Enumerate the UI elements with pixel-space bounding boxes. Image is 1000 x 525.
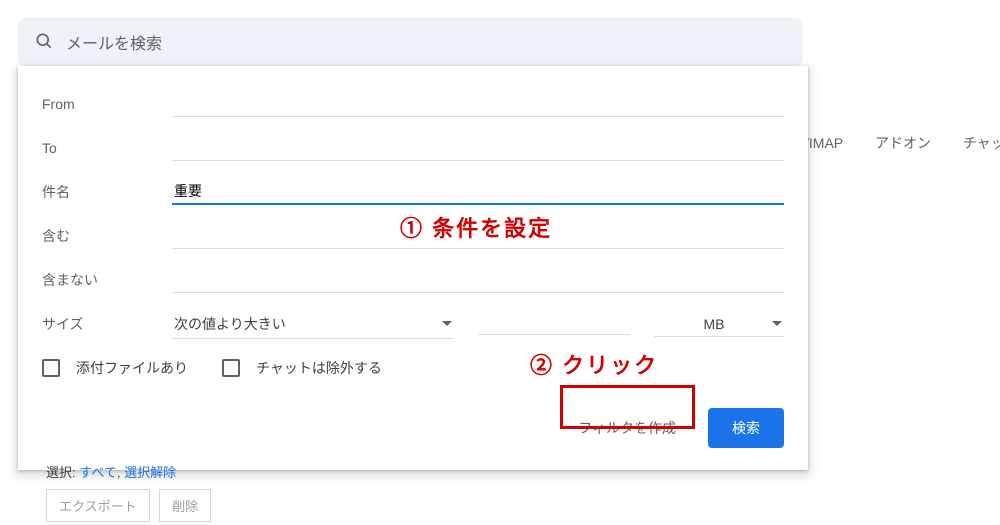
search-placeholder: メールを検索 [66,30,162,54]
to-row: To [42,130,784,166]
to-label: To [42,140,172,156]
from-label: From [42,96,172,112]
create-filter-button[interactable]: フィルタを作成 [564,408,690,448]
deselect-all-link[interactable]: 選択解除 [124,465,176,480]
size-row: サイズ 次の値より大きい MB [42,306,784,342]
checkbox-row: 添付ファイルあり チャットは除外する [42,350,784,386]
select-all-link[interactable]: すべて [79,465,117,480]
search-button[interactable]: 検索 [708,408,784,448]
size-value-input[interactable] [478,313,630,335]
checkbox-icon [222,359,240,377]
tab-addons[interactable]: アドオン [875,135,931,151]
size-operator-value: 次の値より大きい [174,314,286,334]
search-icon [34,31,54,54]
from-input[interactable] [172,92,784,117]
from-row: From [42,86,784,122]
chevron-down-icon [442,321,452,326]
tab-pop-imap[interactable]: /IMAP [805,135,843,151]
search-filter-panel: From To 件名 含む 含まない サイズ 次の値より大きい MB [18,66,808,470]
select-line: 選択: すべて, 選択解除 [46,462,217,481]
size-unit-value: MB [656,316,772,332]
select-label: 選択: [46,465,76,480]
includes-input[interactable] [172,224,784,249]
button-row: フィルタを作成 検索 [42,408,784,448]
exclude-chats-label: チャットは除外する [256,358,382,378]
excludes-input[interactable] [172,268,784,293]
checkbox-icon [42,359,60,377]
size-unit-select[interactable]: MB [654,312,784,337]
exclude-chats-checkbox[interactable]: チャットは除外する [222,358,382,378]
to-input[interactable] [172,136,784,161]
excludes-label: 含まない [42,270,172,290]
includes-row: 含む [42,218,784,254]
subject-row: 件名 [42,174,784,210]
export-button[interactable]: エクスポート [46,489,150,522]
chevron-down-icon [772,321,782,326]
includes-label: 含む [42,226,172,246]
excludes-row: 含まない [42,262,784,298]
search-bar[interactable]: メールを検索 [18,18,803,66]
subject-input[interactable] [172,179,784,205]
has-attachment-checkbox[interactable]: 添付ファイルあり [42,358,188,378]
size-operator-select[interactable]: 次の値より大きい [172,310,454,339]
filters-below-area: 選択: すべて, 選択解除 エクスポート 削除 [46,462,217,522]
size-label: サイズ [42,314,172,334]
tab-chat[interactable]: チャット [963,135,1000,151]
has-attachment-label: 添付ファイルあり [76,358,188,378]
subject-label: 件名 [42,182,172,202]
delete-button[interactable]: 削除 [159,489,211,522]
